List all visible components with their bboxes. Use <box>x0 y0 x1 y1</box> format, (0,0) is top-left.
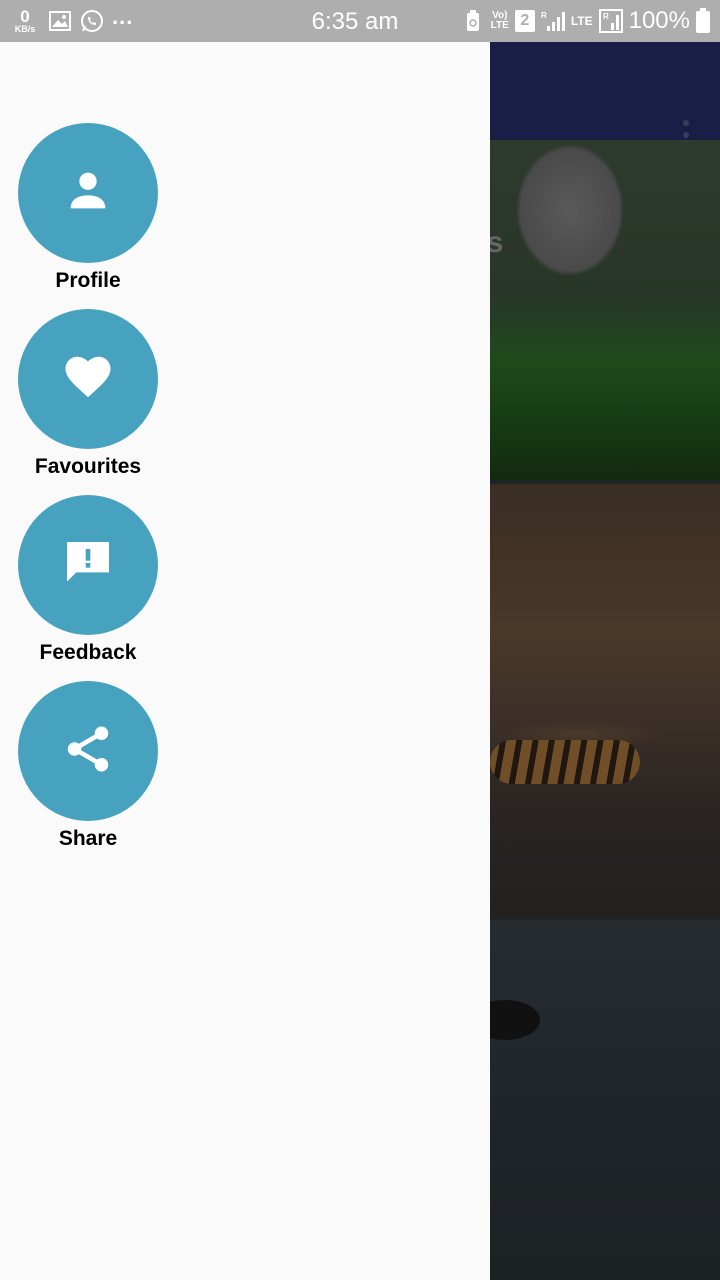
drawer-item-favourites[interactable]: Favourites <box>18 309 158 479</box>
heart-icon <box>61 350 115 409</box>
profile-button[interactable] <box>18 123 158 263</box>
drawer-item-share[interactable]: Share <box>18 681 158 851</box>
tiger-image <box>490 740 640 784</box>
signal-icon: R <box>598 9 623 33</box>
drawer-item-feedback[interactable]: Feedback <box>18 495 158 665</box>
sim-slot-indicator: 2 <box>514 10 535 32</box>
share-button[interactable] <box>18 681 158 821</box>
battery-percent: 100% <box>628 7 690 34</box>
status-bar: 0 KB/s ... 6:35 am Vo) LTE 2 R LTE R 100… <box>0 0 720 42</box>
svg-text:R: R <box>603 12 609 21</box>
feedback-icon <box>60 535 116 596</box>
network-type: LTE <box>570 14 593 28</box>
feedback-button[interactable] <box>18 495 158 635</box>
share-icon <box>61 722 115 781</box>
signal-icon: R <box>541 9 565 33</box>
volte-line2: LTE <box>490 20 509 31</box>
drawer-item-label: Favourites <box>34 455 142 478</box>
volte-indicator: Vo) LTE <box>491 11 509 31</box>
drawer-item-label: Feedback <box>39 641 137 664</box>
drawer-item-label: Profile <box>55 269 121 292</box>
drawer-item-label: Share <box>58 827 118 850</box>
svg-text:R: R <box>541 11 547 20</box>
battery-saver-icon <box>461 9 485 33</box>
drawer-item-profile[interactable]: Profile <box>18 123 158 293</box>
person-icon <box>62 165 114 222</box>
favourites-button[interactable] <box>18 309 158 449</box>
navigation-drawer: Profile Favourites Feedback Share <box>0 42 490 1280</box>
battery-icon <box>696 8 710 33</box>
